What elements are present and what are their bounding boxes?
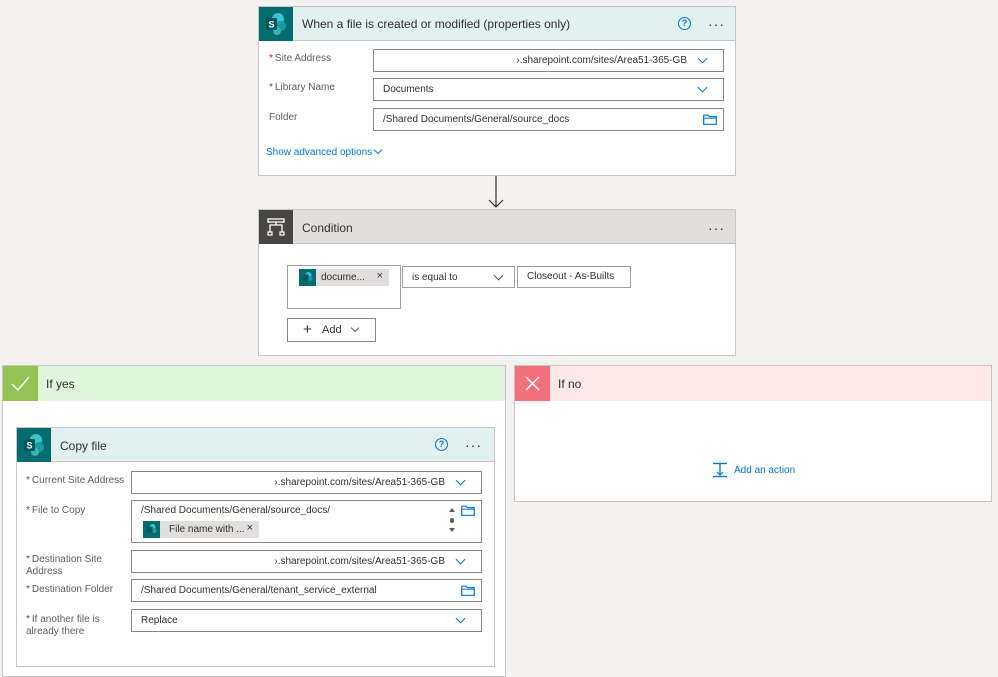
remove-token-icon[interactable]: × (247, 522, 253, 534)
condition-right-operand[interactable]: Closeout - As-Builts (517, 266, 631, 288)
sharepoint-icon (299, 269, 316, 286)
folder-label: Folder (269, 112, 298, 123)
condition-title: Condition (302, 221, 353, 235)
connector-arrow (488, 176, 504, 208)
destination-folder-value: /Shared Documents/General/tenant_service… (141, 585, 377, 596)
add-an-action-label: Add an action (734, 465, 796, 476)
copy-file-card: S Copy file ? ··· * Current Site Address … (16, 427, 495, 667)
add-button-label: Add (322, 324, 342, 336)
current-site-label: * Current Site Address (26, 475, 125, 486)
folder-input[interactable]: /Shared Documents/General/source_docs (373, 108, 724, 131)
check-icon (3, 366, 38, 401)
conflict-behavior-dropdown[interactable]: Replace (131, 609, 482, 632)
more-options-icon[interactable]: ··· (708, 221, 725, 235)
token-label: docume... (321, 272, 365, 283)
conflict-behavior-label: * If another file is already there (26, 614, 100, 637)
sharepoint-icon: S (17, 428, 51, 462)
site-address-label: * Site Address (269, 53, 332, 64)
destination-site-label: * Destination Site Address (26, 554, 102, 577)
dynamic-content-token[interactable]: docume... × (299, 269, 389, 286)
close-icon (515, 366, 550, 401)
scroll-arrows-icon[interactable] (447, 506, 457, 536)
trigger-title: When a file is created or modified (prop… (302, 17, 571, 31)
condition-header[interactable]: Condition ··· (259, 210, 735, 244)
chevron-down-icon[interactable] (373, 145, 383, 155)
if-yes-branch: If yes S Copy file ? ··· * Current Site A… (2, 365, 506, 677)
chevron-down-icon (455, 613, 466, 624)
more-options-icon[interactable]: ··· (465, 438, 482, 452)
add-button[interactable]: + Add (287, 318, 376, 342)
folder-value: /Shared Documents/General/source_docs (383, 114, 570, 125)
if-no-header[interactable]: If no (515, 366, 991, 401)
file-to-copy-input[interactable]: /Shared Documents/General/source_docs/ F… (131, 500, 482, 543)
condition-card: Condition ··· docume... × is equal to Cl… (258, 209, 736, 356)
folder-icon[interactable] (461, 505, 475, 516)
condition-left-operand[interactable]: docume... × (287, 265, 401, 309)
destination-site-dropdown[interactable]: ›.sharepoint.com/sites/Area51-365-GB (131, 550, 482, 573)
chevron-down-icon (455, 554, 466, 565)
chevron-down-icon (697, 53, 708, 64)
current-site-dropdown[interactable]: ›.sharepoint.com/sites/Area51-365-GB (131, 471, 482, 494)
condition-value: Closeout - As-Builts (527, 271, 615, 282)
file-to-copy-label: * File to Copy (26, 505, 86, 516)
library-name-dropdown[interactable]: Documents (373, 78, 724, 101)
more-options-icon[interactable]: ··· (708, 17, 725, 31)
condition-icon (259, 210, 293, 244)
sharepoint-icon: S (259, 7, 293, 41)
site-address-value: ›.sharepoint.com/sites/Area51-365-GB (516, 55, 687, 66)
library-name-value: Documents (383, 84, 434, 95)
conflict-behavior-value: Replace (141, 615, 178, 626)
add-action-icon (713, 462, 727, 478)
show-advanced-options-link[interactable]: Show advanced options (266, 147, 372, 158)
copy-file-title: Copy file (60, 439, 107, 453)
operator-dropdown[interactable]: is equal to (402, 266, 515, 288)
destination-folder-label: * Destination Folder (26, 584, 114, 595)
if-yes-header[interactable]: If yes (3, 366, 505, 401)
trigger-header[interactable]: S When a file is created or modified (pr… (259, 7, 735, 41)
sharepoint-icon (143, 521, 160, 538)
svg-text:S: S (268, 20, 274, 30)
file-to-copy-path: /Shared Documents/General/source_docs/ (141, 505, 330, 516)
chevron-down-icon (493, 270, 504, 281)
folder-icon[interactable] (461, 585, 475, 596)
svg-text:S: S (26, 441, 32, 451)
remove-token-icon[interactable]: × (377, 270, 383, 282)
if-no-branch: If no Add an action (514, 365, 992, 502)
library-name-label: * Library Name (269, 82, 335, 93)
plus-icon: + (303, 321, 312, 338)
token-label: File name with ... (169, 524, 245, 535)
folder-icon[interactable] (703, 114, 717, 125)
chevron-down-icon (455, 475, 466, 486)
destination-folder-input[interactable]: /Shared Documents/General/tenant_service… (131, 579, 482, 602)
current-site-value: ›.sharepoint.com/sites/Area51-365-GB (274, 477, 445, 488)
operator-value: is equal to (412, 272, 458, 283)
help-icon[interactable]: ? (435, 438, 448, 451)
if-yes-title: If yes (46, 377, 75, 391)
trigger-card: S When a file is created or modified (pr… (258, 6, 736, 176)
chevron-down-icon (350, 323, 360, 333)
chevron-down-icon (697, 82, 708, 93)
destination-site-value: ›.sharepoint.com/sites/Area51-365-GB (274, 556, 445, 567)
if-no-title: If no (558, 377, 582, 391)
dynamic-content-token[interactable]: File name with ... × (143, 521, 259, 538)
site-address-dropdown[interactable]: ›.sharepoint.com/sites/Area51-365-GB (373, 49, 724, 72)
help-icon[interactable]: ? (678, 17, 691, 30)
copy-file-header[interactable]: S Copy file ? ··· (17, 428, 494, 462)
